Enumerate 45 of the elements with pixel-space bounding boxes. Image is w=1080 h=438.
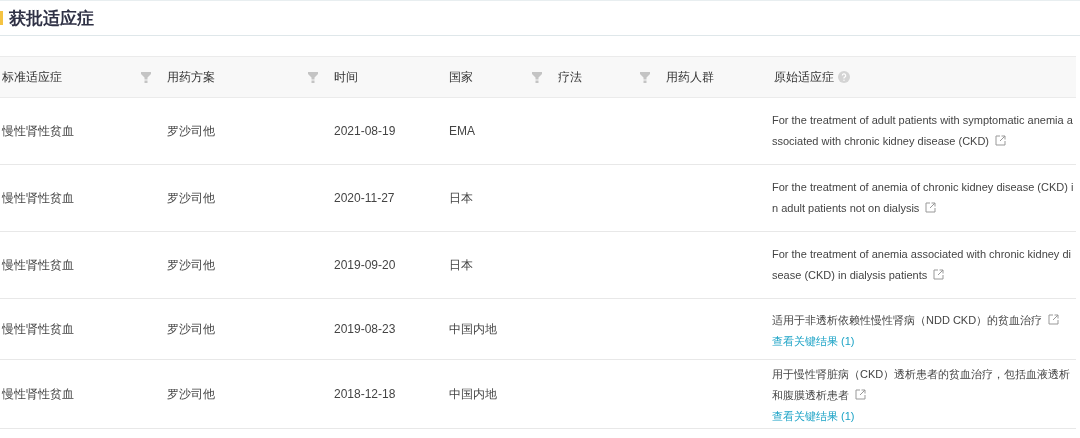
- table-cell-text: 2020-11-27: [333, 191, 395, 205]
- external-link-icon[interactable]: [1048, 313, 1060, 325]
- column-header: 原始适应症: [774, 68, 834, 86]
- table-cell-text: EMA: [448, 124, 475, 138]
- column-header: 用药人群: [666, 68, 714, 86]
- external-link-icon[interactable]: [855, 389, 866, 400]
- table-cell-text: 2019-08-23: [333, 322, 396, 336]
- table-cell-text: 慢性肾性贫血: [1, 256, 74, 274]
- table-cell-text: 日本: [448, 189, 473, 207]
- key-results-link[interactable]: 查看关键结果 (1): [772, 332, 855, 349]
- table-cell-text: 2019-09-20: [333, 258, 396, 272]
- table-cell-text: 罗沙司他: [166, 189, 215, 207]
- indication-text: For the treatment of adult patients with symptomatic anemia associated with chronic kidney disease (CKD): [772, 113, 1074, 149]
- column-header: 国家: [449, 68, 473, 86]
- table-cell-text: 罗沙司他: [166, 122, 215, 140]
- table-cell-text: 罗沙司他: [166, 256, 215, 274]
- help-icon[interactable]: [838, 71, 850, 83]
- column-header: 标准适应症: [2, 68, 62, 86]
- indication-text: For the treatment of anemia of chronic kidney disease (CKD) in adult patients not on dialysis: [772, 180, 1075, 216]
- table-cell-text: 慢性肾性贫血: [1, 385, 74, 403]
- indication-text: For the treatment of anemia associated with chronic kidney disease (CKD) in dialysis patients: [772, 247, 1072, 283]
- column-header: 时间: [334, 68, 358, 86]
- indication-text: 用于慢性肾脏病（CKD）透析患者的贫血治疗，包括血液透析和腹膜透析患者: [772, 367, 1072, 403]
- filter-icon[interactable]: [640, 71, 650, 83]
- table-cell-text: 中国内地: [448, 320, 497, 338]
- table-cell-text: 罗沙司他: [166, 320, 215, 338]
- table-cell-text: 日本: [448, 256, 473, 274]
- table-cell-text: 2021-08-19: [333, 124, 396, 138]
- filter-icon[interactable]: [532, 71, 542, 83]
- indication-text: 适用于非透析依赖性慢性肾病（NDD CKD）的贫血治疗: [772, 309, 1076, 331]
- column-header: 用药方案: [167, 68, 215, 86]
- table-cell-text: 罗沙司他: [166, 385, 215, 403]
- table-cell-text: 中国内地: [448, 385, 497, 403]
- column-header: 疗法: [558, 68, 582, 86]
- external-link-icon[interactable]: [933, 269, 945, 280]
- table-cell-text: 慢性肾性贫血: [1, 320, 74, 338]
- section-title: 获批适应症: [9, 7, 94, 30]
- external-link-icon[interactable]: [925, 202, 937, 213]
- filter-icon[interactable]: [308, 71, 318, 83]
- external-link-icon[interactable]: [995, 135, 1007, 146]
- table-cell-text: 2018-12-18: [333, 387, 396, 401]
- key-results-link[interactable]: 查看关键结果 (1): [772, 408, 855, 424]
- filter-icon[interactable]: [141, 71, 151, 83]
- table-cell-text: 慢性肾性贫血: [1, 122, 74, 140]
- table-cell-text: 慢性肾性贫血: [1, 189, 74, 207]
